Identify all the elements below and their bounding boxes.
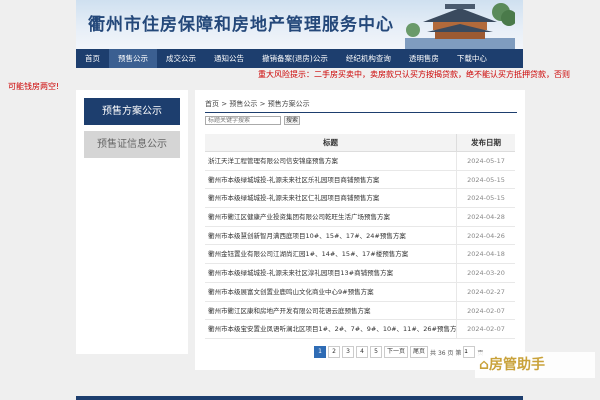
main-nav: 首页 预售公示 成交公示 通知公告 撤销备案(退房)公示 经纪机构查询 透明售房… (76, 49, 523, 68)
pagination: 12345 下一页 尾页 共 36 页 第 页 (314, 346, 483, 358)
breadcrumb-divider (205, 112, 517, 113)
site-title: 衢州市住房保障和房地产管理服务中心 (88, 15, 394, 35)
row-title-link[interactable]: 衢州金钰置业有限公司江湖尚汇园1#、14#、15#、17#楼预售方案 (205, 245, 457, 264)
sidebar-item-presale-plan[interactable]: 预售方案公示 (84, 98, 180, 125)
nav-announcements[interactable]: 通知公告 (205, 49, 253, 68)
page-number-group: 12345 (314, 346, 382, 358)
page-jump-input[interactable] (463, 346, 476, 358)
table-row: 衢州金钰置业有限公司江湖尚汇园1#、14#、15#、17#楼预售方案 2024-0… (205, 245, 515, 265)
table-header: 标题 发布日期 (205, 134, 515, 152)
sidebar-item-presale-license[interactable]: 预售证信息公示 (84, 131, 180, 158)
house-icon: ⌂ (479, 357, 490, 373)
main-content: 首页 > 预售公示 > 预售方案公示 搜索 标题 发布日期 浙江天洋工程管理有限… (195, 90, 525, 370)
nav-home[interactable]: 首页 (76, 49, 109, 68)
pavilion-illustration (405, 3, 515, 49)
presale-table: 标题 发布日期 浙江天洋工程管理有限公司信安锦座预售方案 2024-05-17 衢州… (205, 134, 515, 339)
row-date: 2024-03-20 (467, 269, 505, 278)
breadcrumb-current: 预售方案公示 (267, 100, 310, 108)
nav-transparent-sales[interactable]: 透明售房 (400, 49, 448, 68)
table-row: 衢州市衢江区康和房地产开发有限公司花语云庭预售方案 2024-02-07 (205, 301, 515, 321)
table-row: 衢州市本级展富文创置业鹿鸣山文化商业中心9#预售方案 2024-02-27 (205, 282, 515, 302)
breadcrumb: 首页 > 预售公示 > 预售方案公示 (205, 99, 310, 109)
row-date: 2024-04-18 (467, 250, 505, 259)
table-row: 衢州市本级慧创新智月满西庭项目10#、15#、17#、24#预售方案 2024-0… (205, 226, 515, 246)
table-row: 浙江天洋工程管理有限公司信安锦座预售方案 2024-05-17 (205, 152, 515, 171)
search-button[interactable]: 搜索 (284, 116, 300, 125)
table-row: 衢州市衢江区健康产业投资集团有限公司乾旺生活广场预售方案 2024-04-28 (205, 208, 515, 227)
page-button[interactable]: 1 (314, 346, 326, 358)
row-title-link[interactable]: 衢州市本级展富文创置业鹿鸣山文化商业中心9#预售方案 (205, 282, 457, 301)
table-row: 衢州市本级绿城城投-礼源未来社区乐礼园项目商铺预售方案 2024-05-15 (205, 170, 515, 190)
row-date: 2024-05-17 (467, 157, 505, 165)
row-date: 2024-02-07 (467, 306, 505, 315)
risk-notice-continued: 可能钱房两空! (8, 82, 60, 91)
nav-presale[interactable]: 预售公示 (109, 49, 157, 68)
page-button[interactable]: 5 (370, 346, 382, 358)
watermark-text: 房管助手 (489, 357, 546, 373)
last-page-button[interactable]: 尾页 (410, 346, 429, 358)
row-title-link[interactable]: 浙江天洋工程管理有限公司信安锦座预售方案 (205, 152, 457, 170)
table-row: 衢州市本级绿城城投-礼源未来社区淳礼园项目13#商铺预售方案 2024-03-20 (205, 264, 515, 283)
row-title-link[interactable]: 衢州市衢江区健康产业投资集团有限公司乾旺生活广场预售方案 (205, 208, 457, 226)
page-button[interactable]: 4 (356, 346, 368, 358)
page-button[interactable]: 3 (342, 346, 354, 358)
header-title: 标题 (205, 134, 457, 151)
table-row: 衢州市本级绿城城投-礼源未来社区仁礼园项目商铺预售方案 2024-05-15 (205, 189, 515, 209)
breadcrumb-separator: > (259, 100, 266, 108)
table-body: 浙江天洋工程管理有限公司信安锦座预售方案 2024-05-17 衢州市本级绿城城投-… (205, 152, 515, 339)
row-title-link[interactable]: 衢州市本级绿城城投-礼源未来社区淳礼园项目13#商铺预售方案 (205, 264, 457, 282)
row-title-link[interactable]: 衢州市本级宝安置业凤语听澜北区项目1#、2#、7#、9#、10#、11#、26#… (205, 320, 457, 338)
search-input[interactable] (205, 116, 281, 125)
row-date: 2024-02-27 (467, 287, 505, 296)
row-title-link[interactable]: 衢州市本级绿城城投-礼源未来社区乐礼园项目商铺预售方案 (205, 170, 457, 189)
watermark-logo: ⌂房管助手 (475, 352, 595, 378)
page-button[interactable]: 2 (328, 346, 340, 358)
sidebar: 预售方案公示 预售证信息公示 (76, 90, 188, 354)
row-title-link[interactable]: 衢州市本级慧创新智月满西庭项目10#、15#、17#、24#预售方案 (205, 226, 457, 245)
nav-downloads[interactable]: 下载中心 (448, 49, 496, 68)
breadcrumb-home[interactable]: 首页 (205, 100, 219, 108)
row-date: 2024-05-15 (467, 194, 505, 203)
next-page-button[interactable]: 下一页 (384, 346, 409, 358)
nav-agency-search[interactable]: 经纪机构查询 (337, 49, 400, 68)
table-row: 衢州市本级宝安置业凤语听澜北区项目1#、2#、7#、9#、10#、11#、26#… (205, 320, 515, 339)
row-date: 2024-02-07 (467, 325, 505, 334)
row-date: 2024-05-15 (467, 175, 505, 184)
footer-bar (76, 396, 523, 400)
row-title-link[interactable]: 衢州市本级绿城城投-礼源未来社区仁礼园项目商铺预售方案 (205, 189, 457, 208)
row-title-link[interactable]: 衢州市衢江区康和房地产开发有限公司花语云庭预售方案 (205, 301, 457, 320)
risk-notice: 重大风险提示：二手房买卖中，卖房款只认买方按揭贷款，绝不能认买方抵押贷款，否则 (258, 70, 570, 79)
total-pages-text: 共 36 页 第 (430, 349, 462, 357)
header-date: 发布日期 (471, 138, 501, 147)
breadcrumb-section[interactable]: 预售公示 (229, 100, 257, 108)
site-banner: 衢州市住房保障和房地产管理服务中心 (76, 0, 523, 49)
nav-transaction[interactable]: 成交公示 (157, 49, 205, 68)
row-date: 2024-04-28 (467, 213, 505, 222)
breadcrumb-separator: > (221, 100, 228, 108)
nav-revoked-filings[interactable]: 撤销备案(退房)公示 (253, 49, 337, 68)
row-date: 2024-04-26 (467, 231, 505, 240)
